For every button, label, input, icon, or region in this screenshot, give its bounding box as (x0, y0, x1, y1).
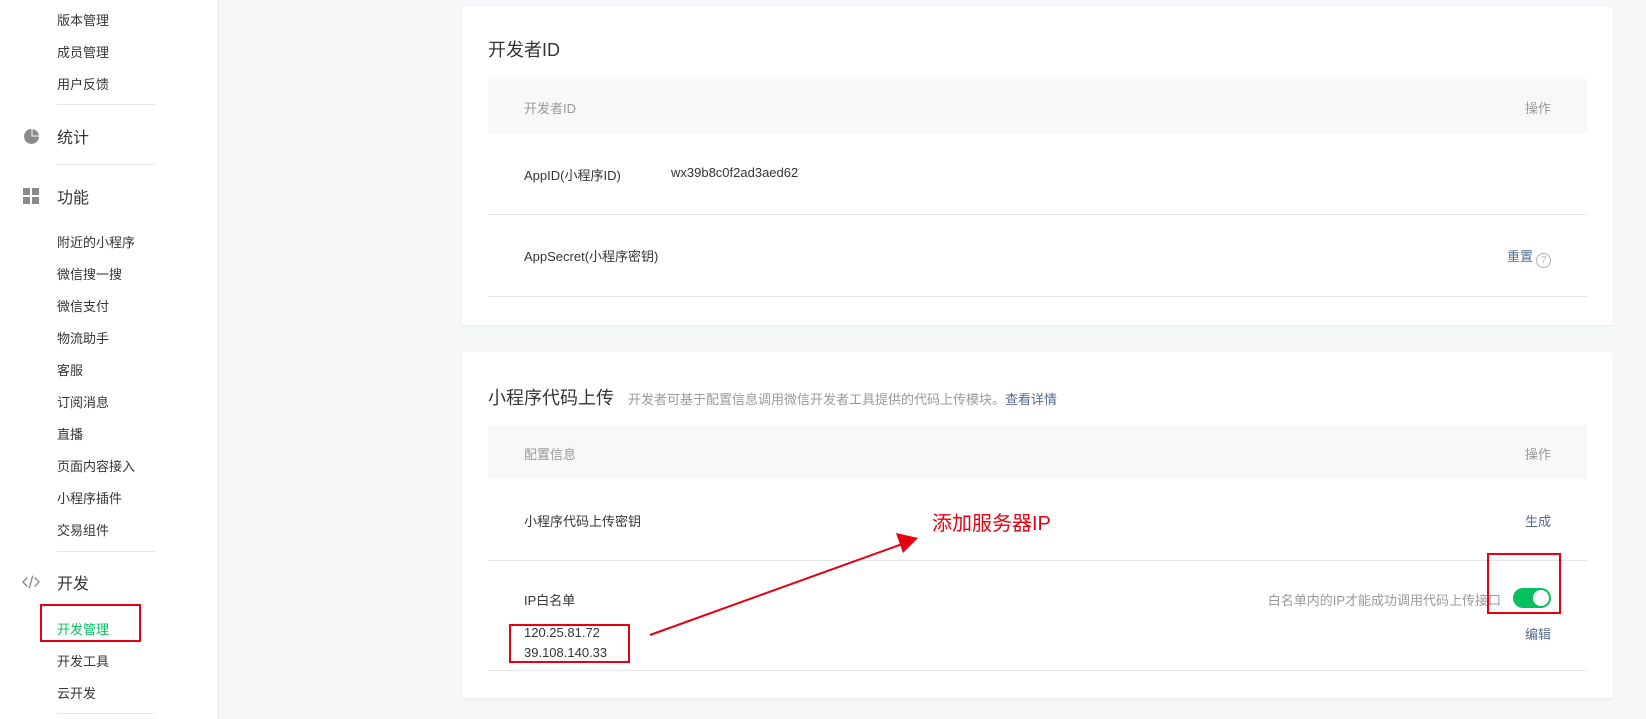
annotation-arrow (649, 533, 918, 636)
